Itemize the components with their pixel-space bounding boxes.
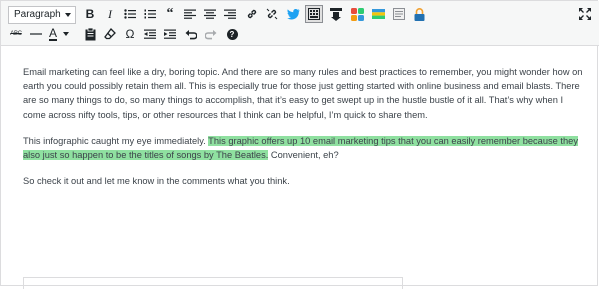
- color-bar-icon: [371, 9, 385, 19]
- eraser-icon: [104, 28, 116, 40]
- undo-button[interactable]: [182, 25, 200, 43]
- editor-content[interactable]: Email marketing can feel like a dry, bor…: [23, 65, 588, 200]
- align-left-button[interactable]: [181, 5, 199, 23]
- toolbar-row-1: Paragraph B I “: [1, 3, 599, 25]
- chevron-down-icon: [65, 13, 71, 17]
- remove-link-button[interactable]: [263, 5, 281, 23]
- chevron-down-icon: [63, 32, 70, 36]
- quote-icon: “: [166, 6, 174, 21]
- redo-icon: [205, 29, 217, 39]
- text-color-button[interactable]: A: [49, 25, 75, 43]
- toolbar-row-2: ABC A Ω ?: [1, 23, 599, 45]
- paragraph-closing: So check it out and let me know in the c…: [23, 176, 290, 187]
- bold-label: B: [85, 7, 95, 21]
- editor: Paragraph B I “ ABC A Ω ? Email marketin…: [0, 0, 599, 289]
- toggle-toolbar-button[interactable]: [305, 5, 323, 23]
- bold-button[interactable]: B: [81, 5, 99, 23]
- twitter-icon: [286, 8, 299, 19]
- plugin-download-button[interactable]: [327, 5, 345, 23]
- lock-icon: [414, 7, 424, 21]
- align-left-icon: [184, 9, 196, 19]
- insert-link-button[interactable]: [243, 5, 261, 23]
- paragraph-infographic-lead: This infographic caught my eye immediate…: [23, 135, 209, 146]
- omega-icon: Ω: [125, 27, 135, 41]
- paragraph-intro: Email marketing can feel like a dry, bor…: [23, 67, 583, 120]
- decrease-indent-button[interactable]: [141, 25, 159, 43]
- fullscreen-icon: [579, 8, 591, 20]
- editor-toolbar: Paragraph B I “ ABC A Ω ?: [1, 1, 599, 46]
- color-grid-icon: [350, 7, 364, 21]
- redo-button[interactable]: [202, 25, 220, 43]
- special-character-button[interactable]: Ω: [121, 25, 139, 43]
- document-icon: [393, 8, 405, 20]
- paste-as-text-button[interactable]: [81, 25, 99, 43]
- clipboard-icon: [85, 27, 95, 40]
- italic-button[interactable]: I: [101, 5, 119, 23]
- plugin-lock-button[interactable]: [410, 5, 428, 23]
- strikethrough-button[interactable]: ABC: [7, 25, 25, 43]
- paragraph-infographic-tail: Convenient, eh?: [268, 150, 339, 161]
- plugin-grid-button[interactable]: [348, 5, 366, 23]
- horizontal-line-button[interactable]: [27, 25, 45, 43]
- plugin-bar-button[interactable]: [369, 5, 387, 23]
- help-icon: ?: [226, 28, 238, 40]
- increase-indent-button[interactable]: [161, 25, 179, 43]
- paragraph-infographic: This infographic caught my eye immediate…: [23, 134, 588, 162]
- undo-icon: [185, 29, 197, 39]
- outdent-icon: [144, 29, 156, 39]
- bulleted-list-button[interactable]: [121, 5, 139, 23]
- horizontal-line-icon: [30, 33, 42, 35]
- download-icon: [330, 7, 342, 21]
- format-select[interactable]: Paragraph: [8, 6, 76, 24]
- strikethrough-label: ABC: [10, 31, 22, 37]
- toolbar-toggle-icon: [308, 8, 320, 20]
- italic-label: I: [108, 6, 112, 21]
- unlink-icon: [266, 8, 278, 20]
- align-center-button[interactable]: [201, 5, 219, 23]
- embedded-image-frame: [23, 277, 403, 289]
- blockquote-button[interactable]: “: [161, 5, 179, 23]
- align-right-icon: [224, 9, 236, 19]
- fullscreen-button[interactable]: [576, 5, 594, 23]
- align-right-button[interactable]: [221, 5, 239, 23]
- plugin-document-button[interactable]: [390, 5, 408, 23]
- numbered-list-button[interactable]: [141, 5, 159, 23]
- format-select-value: Paragraph: [14, 9, 61, 20]
- numbered-list-icon: [144, 9, 156, 19]
- twitter-button[interactable]: [284, 5, 302, 23]
- text-color-label: A: [49, 25, 58, 41]
- keyboard-shortcuts-button[interactable]: ?: [223, 25, 241, 43]
- link-icon: [247, 9, 257, 19]
- clear-formatting-button[interactable]: [101, 25, 119, 43]
- bulleted-list-icon: [124, 9, 136, 19]
- indent-icon: [164, 29, 176, 39]
- align-center-icon: [204, 9, 216, 19]
